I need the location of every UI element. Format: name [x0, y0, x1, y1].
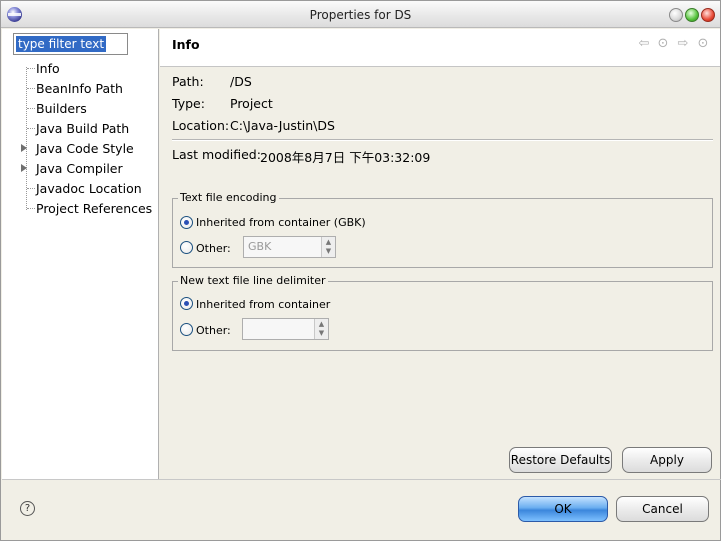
delimiter-other-radio[interactable] — [180, 323, 193, 336]
dropdown-icon[interactable]: ⊙ — [695, 37, 711, 51]
help-icon[interactable]: ? — [20, 501, 35, 516]
tree-item-info[interactable]: Info — [36, 61, 60, 77]
apply-button[interactable]: Apply — [622, 447, 712, 473]
tree-connector — [27, 68, 35, 69]
page-header: Info ⇦ ⊙ ⇨ ⊙ — [160, 29, 720, 67]
last-modified-value: 2008年8月7日 下午03:32:09 — [260, 150, 431, 165]
category-pane: type filter text Info BeanInfo Path Buil… — [2, 29, 159, 479]
filter-input[interactable]: type filter text — [13, 33, 128, 55]
text-encoding-group: Text file encoding Inherited from contai… — [172, 191, 713, 268]
forward-arrow-icon[interactable]: ⇨ — [675, 37, 691, 51]
dropdown-icon[interactable]: ⊙ — [655, 37, 671, 51]
encoding-inherited-radio[interactable] — [180, 216, 193, 229]
delimiter-inherited-label[interactable]: Inherited from container — [196, 298, 330, 311]
tree-connector — [27, 188, 35, 189]
tree-connector — [27, 208, 35, 209]
combo-spin-icon[interactable]: ▲ ▼ — [314, 319, 328, 339]
type-label: Type: — [172, 96, 205, 111]
properties-page: Info ⇦ ⊙ ⇨ ⊙ Path: /DS Type: Project Loc… — [160, 29, 720, 479]
restore-defaults-button[interactable]: Restore Defaults — [509, 447, 612, 473]
page-title: Info — [172, 37, 200, 52]
cancel-button[interactable]: Cancel — [616, 496, 709, 522]
tree-connector — [27, 128, 35, 129]
title-bar: Properties for DS — [1, 1, 720, 28]
tree-item-builders[interactable]: Builders — [36, 101, 87, 117]
dialog-footer: ? OK Cancel — [2, 479, 721, 540]
properties-dialog: Properties for DS type filter text Info … — [0, 0, 721, 541]
tree-item-java-build-path[interactable]: Java Build Path — [36, 121, 129, 137]
text-encoding-legend: Text file encoding — [178, 191, 279, 204]
last-modified-label: Last modified: — [172, 147, 261, 162]
encoding-other-label[interactable]: Other: — [196, 242, 231, 255]
line-delimiter-group: New text file line delimiter Inherited f… — [172, 274, 713, 351]
path-value: /DS — [230, 74, 252, 89]
tree-item-project-references[interactable]: Project References — [36, 201, 152, 217]
expand-arrow-icon[interactable] — [21, 164, 27, 172]
path-label: Path: — [172, 74, 204, 89]
tree-item-beaninfo-path[interactable]: BeanInfo Path — [36, 81, 123, 97]
ok-button[interactable]: OK — [518, 496, 608, 522]
tree-item-javadoc-location[interactable]: Javadoc Location — [36, 181, 142, 197]
encoding-other-radio[interactable] — [180, 241, 193, 254]
location-value: C:\Java-Justin\DS — [230, 118, 335, 133]
encoding-other-value: GBK — [248, 240, 272, 253]
delimiter-other-combo[interactable]: ▲ ▼ — [242, 318, 329, 340]
type-value: Project — [230, 96, 273, 111]
combo-spin-icon[interactable]: ▲ ▼ — [321, 237, 335, 257]
back-arrow-icon[interactable]: ⇦ — [636, 37, 652, 51]
delimiter-inherited-radio[interactable] — [180, 297, 193, 310]
delimiter-other-label[interactable]: Other: — [196, 324, 231, 337]
encoding-inherited-label[interactable]: Inherited from container (GBK) — [196, 216, 366, 229]
location-label: Location: — [172, 118, 230, 133]
separator — [172, 139, 713, 141]
tree-item-java-compiler[interactable]: Java Compiler — [36, 161, 123, 177]
encoding-other-combo[interactable]: GBK ▲ ▼ — [243, 236, 336, 258]
tree-connector — [27, 88, 35, 89]
line-delimiter-legend: New text file line delimiter — [178, 274, 328, 287]
expand-arrow-icon[interactable] — [21, 144, 27, 152]
close-button[interactable] — [701, 8, 715, 22]
maximize-button[interactable] — [685, 8, 699, 22]
tree-item-java-code-style[interactable]: Java Code Style — [36, 141, 134, 157]
minimize-button[interactable] — [669, 8, 683, 22]
filter-text: type filter text — [16, 36, 107, 52]
window-title: Properties for DS — [309, 8, 412, 22]
tree-connector — [27, 108, 35, 109]
